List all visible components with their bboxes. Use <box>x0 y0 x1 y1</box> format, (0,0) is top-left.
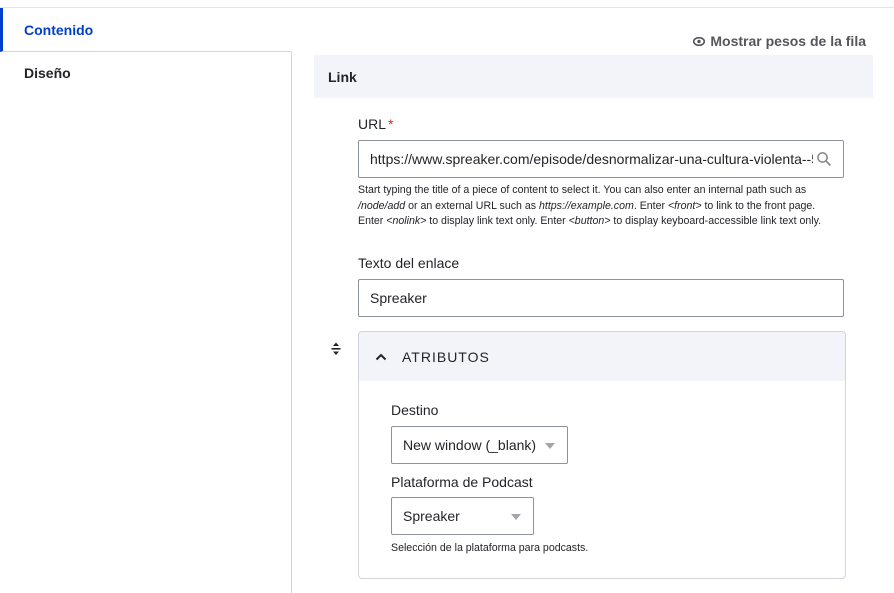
tab-contenido[interactable]: Contenido <box>0 8 292 52</box>
desc-example: /node/add <box>358 199 406 212</box>
show-row-weights-button[interactable]: Mostrar pesos de la fila <box>693 33 866 49</box>
tabs-divider <box>291 52 292 593</box>
link-text-input[interactable] <box>358 279 844 317</box>
required-marker: * <box>388 116 394 132</box>
platform-select[interactable]: Spreaker <box>391 497 534 535</box>
url-label-text: URL <box>358 116 387 132</box>
chevron-up-icon <box>375 353 387 360</box>
caret-down-icon <box>545 443 555 449</box>
fieldset-legend: Link <box>314 55 873 98</box>
target-selected-value: New window (_blank) <box>403 437 537 453</box>
eye-icon <box>693 36 706 46</box>
vertical-tabs: Contenido Diseño <box>0 8 292 94</box>
platform-description: Selección de la plataforma para podcasts… <box>391 542 589 554</box>
platform-selected-value: Spreaker <box>403 508 460 524</box>
desc-text: . Enter <box>633 199 668 212</box>
target-select[interactable]: New window (_blank) <box>391 426 568 464</box>
desc-text: Start typing the title of a piece of con… <box>358 184 807 196</box>
url-input[interactable] <box>358 140 844 178</box>
target-label: Destino <box>391 402 439 418</box>
desc-example: <button> <box>568 215 611 227</box>
paragraph-form: Contenido Diseño Mostrar pesos de la fil… <box>0 0 894 593</box>
tab-diseno[interactable]: Diseño <box>0 52 292 94</box>
url-description: Start typing the title of a piece of con… <box>358 183 836 230</box>
url-label: URL * <box>358 116 393 132</box>
desc-text: to display link text only. Enter <box>426 215 569 227</box>
desc-text: or an external URL such as <box>405 199 540 212</box>
show-row-weights-label: Mostrar pesos de la fila <box>710 33 866 49</box>
drag-handle-icon[interactable] <box>330 341 342 357</box>
tab-label: Contenido <box>24 21 94 38</box>
tab-label: Diseño <box>24 65 71 81</box>
attributes-summary[interactable]: ATRIBUTOS <box>359 332 845 381</box>
desc-example: https://example.com <box>539 199 634 212</box>
platform-label: Plataforma de Podcast <box>391 474 533 490</box>
desc-example: <nolink> <box>386 215 427 227</box>
link-text-label: Texto del enlace <box>358 255 460 271</box>
fieldset-title: Link <box>328 68 357 85</box>
attributes-summary-label: ATRIBUTOS <box>402 348 490 365</box>
desc-text: to display keyboard-accessible link text… <box>610 215 822 227</box>
search-icon <box>817 152 832 167</box>
caret-down-icon <box>511 514 521 520</box>
desc-example: <front> <box>667 199 702 212</box>
